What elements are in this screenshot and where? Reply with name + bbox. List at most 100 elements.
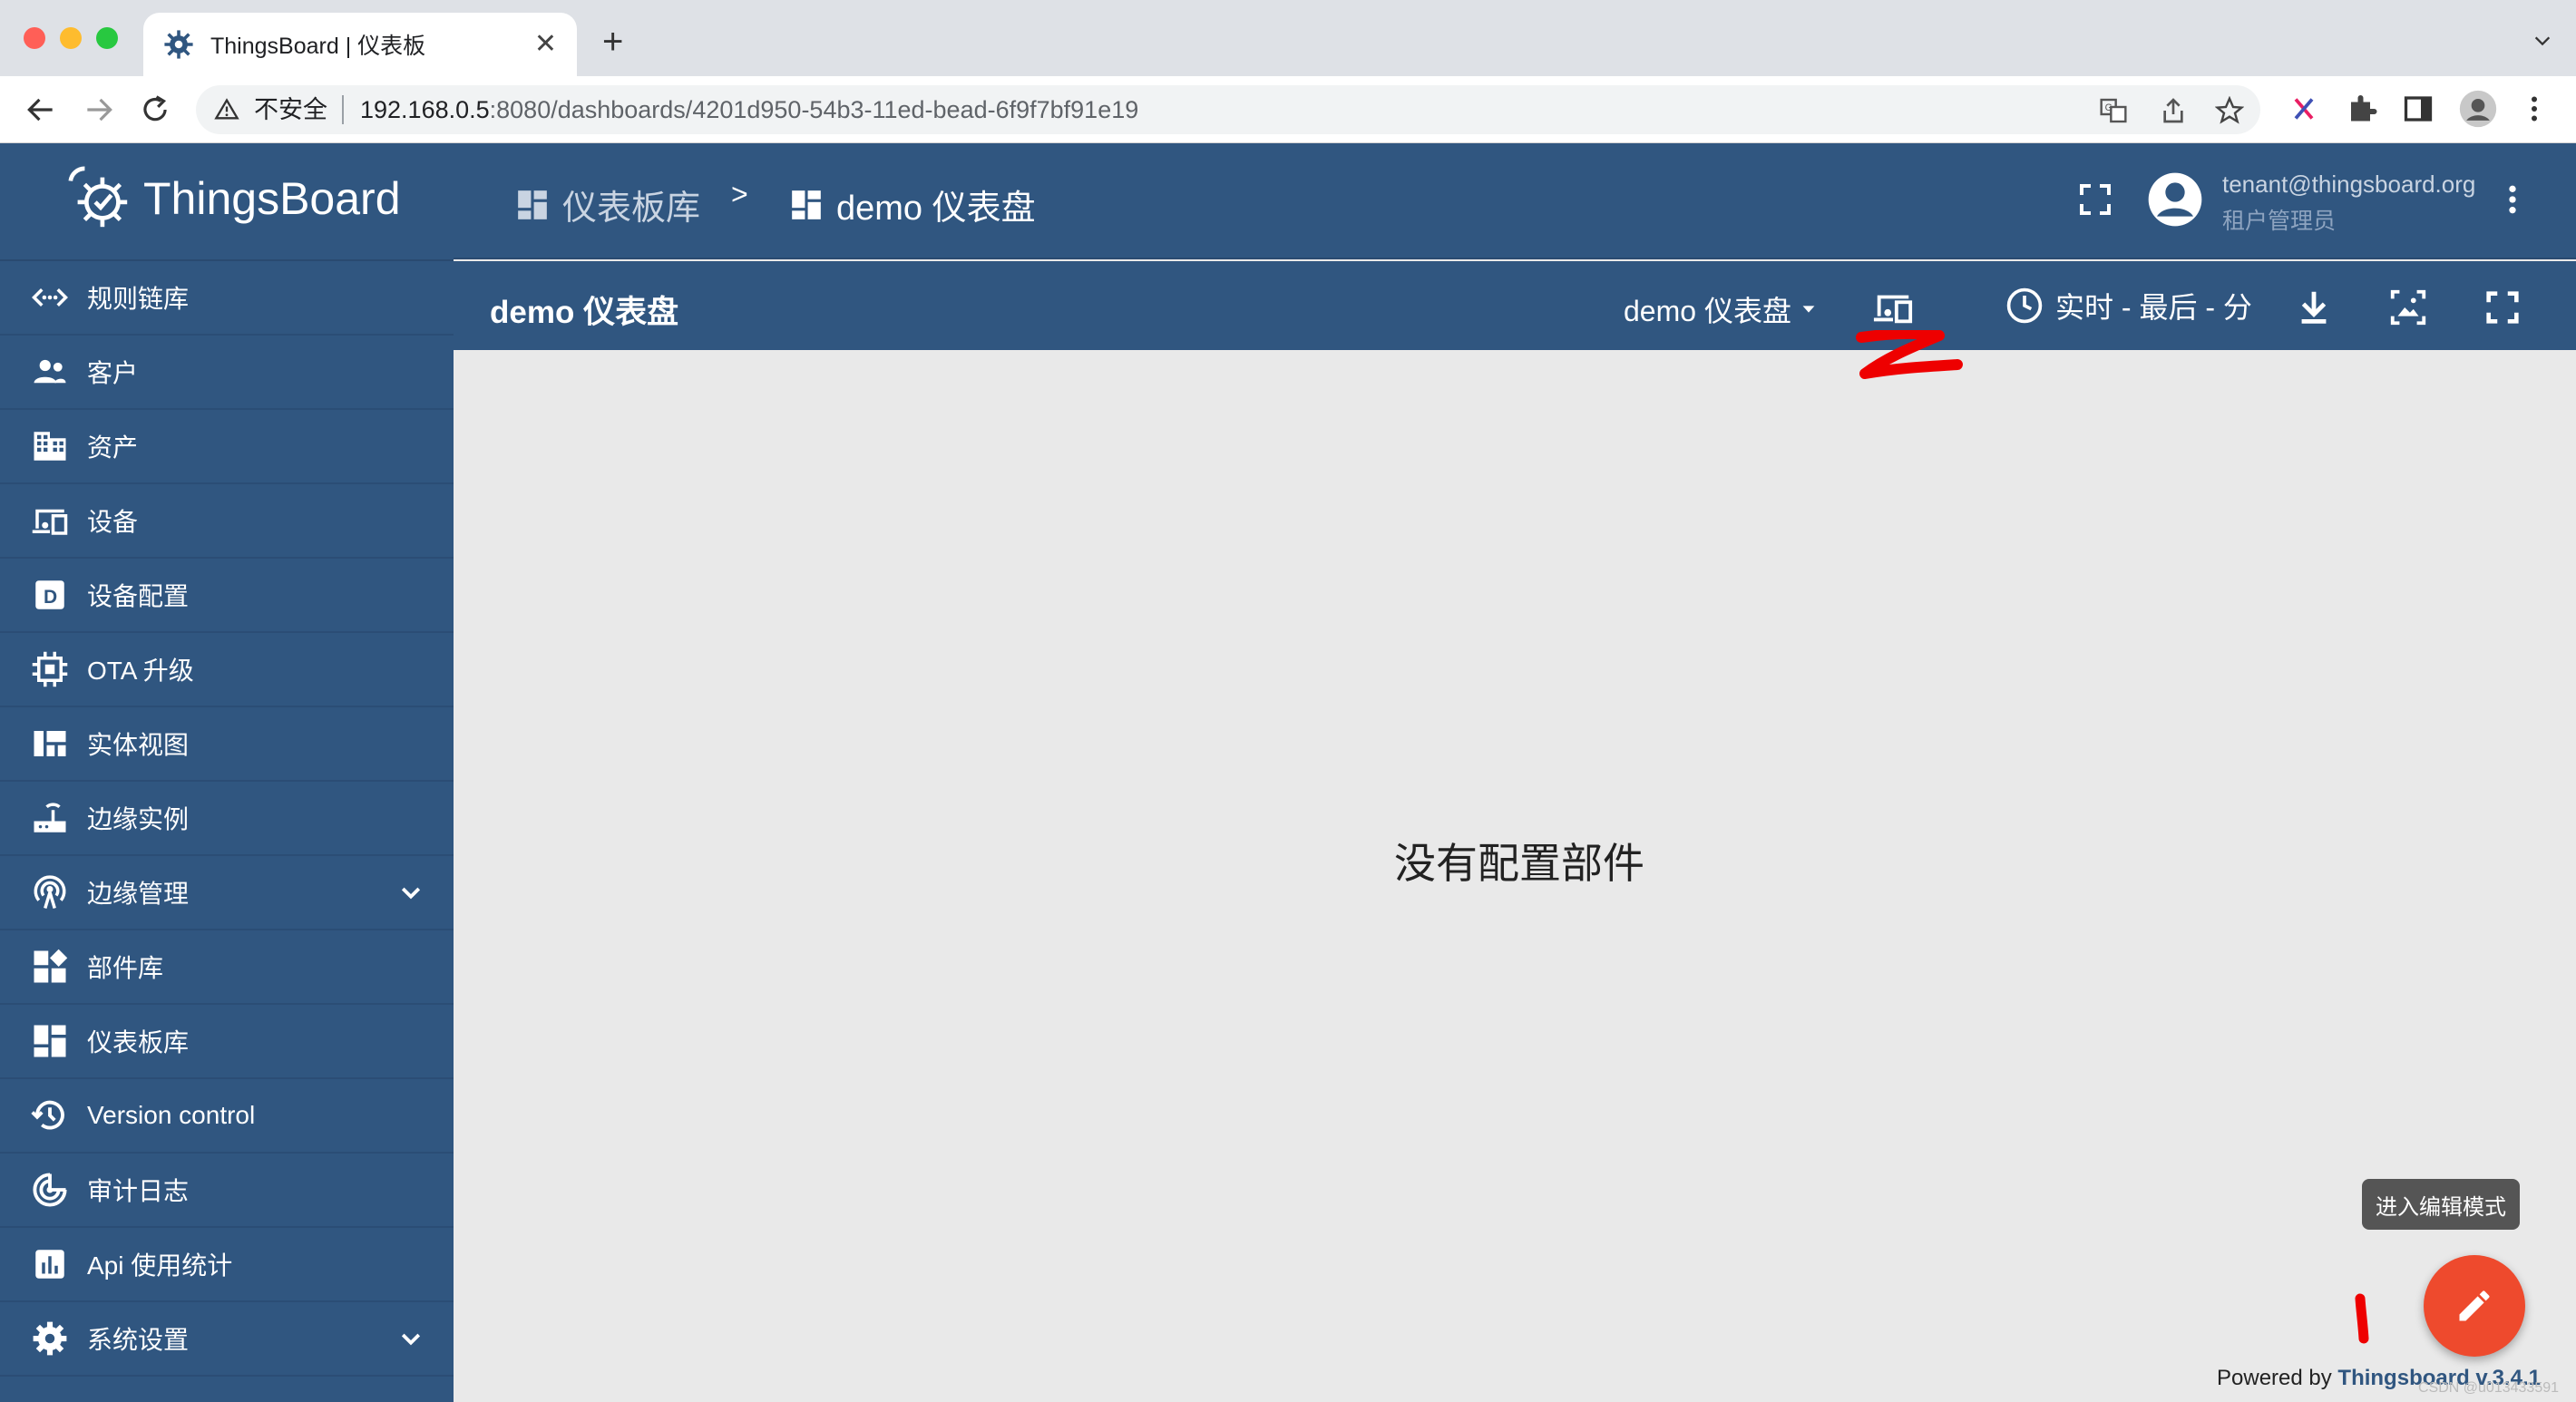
more-vert-icon[interactable] xyxy=(2494,181,2531,218)
sidebar-item-label: Version control xyxy=(87,1101,256,1129)
devices-icon xyxy=(32,509,68,535)
browser-tab[interactable]: ThingsBoard | 仪表板 ✕ xyxy=(143,13,577,76)
export-image-icon[interactable] xyxy=(2387,287,2429,328)
breadcrumb-parent[interactable]: 仪表板库 xyxy=(515,180,700,229)
pencil-icon xyxy=(2459,1290,2490,1321)
browser-menu-icon[interactable] xyxy=(2518,92,2551,125)
browser-tab-strip: ThingsBoard | 仪表板 ✕ + xyxy=(0,0,2576,76)
csdn-watermark: CSDN @u013433591 xyxy=(2418,1380,2560,1396)
sidebar-item-entity-views[interactable]: 实体视图 xyxy=(0,707,454,782)
clock-icon xyxy=(2006,287,2043,324)
dashboards-icon xyxy=(34,1025,66,1057)
window-close-button[interactable] xyxy=(24,27,45,49)
edit-mode-button[interactable] xyxy=(2424,1255,2525,1357)
puzzle-extension-icon[interactable] xyxy=(2346,92,2378,125)
top-header: 仪表板库 > demo 仪表盘 tenant@thingsboard.org 租… xyxy=(454,143,2576,259)
window-minimize-button[interactable] xyxy=(60,27,82,49)
svg-text:D: D xyxy=(44,587,57,608)
user-role: 租户管理员 xyxy=(2222,209,2337,234)
rule-chain-icon xyxy=(32,288,68,307)
sidebar-item-ota[interactable]: OTA 升级 xyxy=(0,633,454,707)
side-panel-icon[interactable] xyxy=(2402,92,2435,125)
browser-toolbar: 不安全 192.168.0.5:8080/dashboards/4201d950… xyxy=(0,76,2576,143)
sidebar-item-devices[interactable]: 设备 xyxy=(0,484,454,559)
sidebar-item-device-profiles[interactable]: D 设备配置 xyxy=(0,559,454,633)
chevron-down-icon[interactable] xyxy=(397,1326,424,1353)
bar-chart-icon xyxy=(35,1250,64,1279)
customers-icon xyxy=(34,359,66,384)
address-bar[interactable]: 不安全 192.168.0.5:8080/dashboards/4201d950… xyxy=(196,85,2260,134)
sidebar-item-label: 设备配置 xyxy=(87,582,190,610)
empty-dashboard-message: 没有配置部件 xyxy=(1394,840,1644,887)
translate-icon[interactable]: G xyxy=(2099,96,2128,125)
sidebar-item-customers[interactable]: 客户 xyxy=(0,336,454,410)
sidebar-item-label: 资产 xyxy=(87,433,139,462)
tab-title: ThingsBoard | 仪表板 xyxy=(210,34,426,59)
sidebar-item-version-control[interactable]: Version control xyxy=(0,1079,454,1154)
share-icon[interactable] xyxy=(2159,96,2188,125)
chevron-down-icon[interactable] xyxy=(2532,31,2552,51)
tab-close-icon[interactable]: ✕ xyxy=(534,31,557,58)
download-icon[interactable] xyxy=(2293,287,2335,328)
sidebar-item-label: OTA 升级 xyxy=(87,657,194,685)
sidebar-item-dashboards[interactable]: 仪表板库 xyxy=(0,1005,454,1079)
powered-by-prefix: Powered by xyxy=(2217,1366,2338,1390)
sidebar-item-label: 设备 xyxy=(87,508,139,536)
chevron-down-icon[interactable] xyxy=(397,880,424,907)
thingsboard-app: ThingsBoard 规则链库 客户 资产 设备 D 设备配置 OTA 升级 … xyxy=(0,143,2576,1402)
sidebar-item-rule-chains[interactable]: 规则链库 xyxy=(0,261,454,336)
back-arrow-icon[interactable] xyxy=(24,92,58,127)
device-profile-icon: D xyxy=(35,580,64,609)
forward-arrow-icon[interactable] xyxy=(82,92,116,127)
edge-icon xyxy=(34,803,66,832)
sidebar-item-label: Api 使用统计 xyxy=(87,1251,233,1280)
sidebar-item-api-usage[interactable]: Api 使用统计 xyxy=(0,1228,454,1302)
logo[interactable]: ThingsBoard xyxy=(63,163,401,234)
caret-down-icon xyxy=(1802,306,1815,313)
edit-mode-tooltip: 进入编辑模式 xyxy=(2362,1179,2520,1230)
dashboard-state-select[interactable]: demo 仪表盘 xyxy=(1624,288,1819,330)
timewindow-label: 实时 - 最后 - 分 xyxy=(2055,291,2252,324)
sidebar-item-label: 实体视图 xyxy=(87,731,190,759)
sidebar: ThingsBoard 规则链库 客户 资产 设备 D 设备配置 OTA 升级 … xyxy=(0,143,454,1402)
breadcrumb-parent-label: 仪表板库 xyxy=(562,190,701,228)
security-label[interactable]: 不安全 xyxy=(254,95,344,124)
sidebar-item-widgets[interactable]: 部件库 xyxy=(0,930,454,1005)
assets-icon xyxy=(34,432,66,461)
sidebar-item-label: 仪表板库 xyxy=(87,1028,190,1056)
bookmark-star-icon[interactable] xyxy=(2215,96,2244,125)
reload-icon[interactable] xyxy=(138,92,172,127)
sidebar-item-system-settings[interactable]: 系统设置 xyxy=(0,1302,454,1377)
annotation-mark-2 xyxy=(1856,330,1963,379)
extension-x-icon[interactable] xyxy=(2288,92,2320,125)
dashboard-toolbar: demo 仪表盘 demo 仪表盘 实时 - 最后 - 分 xyxy=(454,261,2576,350)
settings-icon xyxy=(33,1321,67,1356)
sidebar-menu: 规则链库 客户 资产 设备 D 设备配置 OTA 升级 实体视图 边缘实例 边缘… xyxy=(0,261,454,1377)
user-email[interactable]: tenant@thingsboard.org xyxy=(2222,170,2475,199)
fullscreen-icon[interactable] xyxy=(2077,181,2113,218)
sidebar-item-label: 规则链库 xyxy=(87,285,190,313)
window-zoom-button[interactable] xyxy=(96,27,118,49)
sidebar-item-assets[interactable]: 资产 xyxy=(0,410,454,484)
url-host: 192.168.0.5 xyxy=(360,95,490,123)
entity-view-icon xyxy=(34,731,66,756)
new-tab-icon[interactable]: + xyxy=(602,24,623,60)
sidebar-item-label: 边缘管理 xyxy=(87,880,190,908)
url-path: :8080/dashboards/4201d950-54b3-11ed-bead… xyxy=(489,95,1139,123)
thingsboard-favicon-icon xyxy=(164,30,193,59)
sidebar-item-edge-instances[interactable]: 边缘实例 xyxy=(0,782,454,856)
profile-avatar-icon[interactable] xyxy=(2458,89,2498,129)
edge-management-icon xyxy=(34,875,66,910)
sidebar-item-audit-logs[interactable]: 审计日志 xyxy=(0,1154,454,1228)
fullscreen-icon[interactable] xyxy=(2482,287,2523,328)
account-circle-icon[interactable] xyxy=(2146,170,2204,229)
sidebar-item-edge-management[interactable]: 边缘管理 xyxy=(0,856,454,930)
state-select-value: demo 仪表盘 xyxy=(1624,295,1791,327)
devices-layout-icon[interactable] xyxy=(1872,287,1914,328)
breadcrumb-current-label: demo 仪表盘 xyxy=(836,190,1036,228)
warning-icon xyxy=(214,98,239,120)
sidebar-item-label: 部件库 xyxy=(87,954,164,982)
timewindow-button[interactable]: 实时 - 最后 - 分 xyxy=(2005,285,2252,326)
svg-text:G: G xyxy=(2105,102,2113,113)
sidebar-item-label: 边缘实例 xyxy=(87,805,190,833)
